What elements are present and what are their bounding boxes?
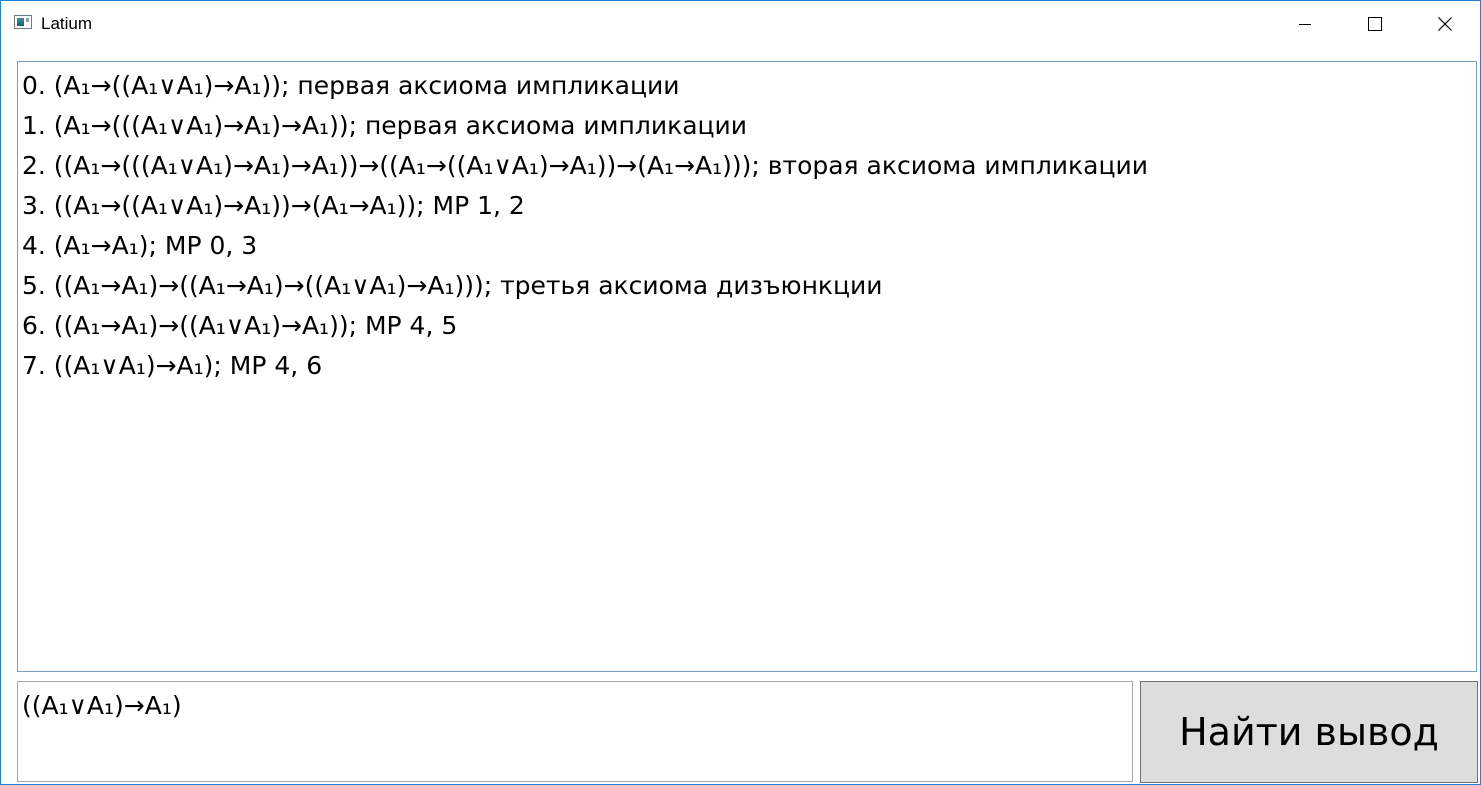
maximize-button[interactable]: [1340, 1, 1410, 46]
app-window: Latium 0. (A₁→((A₁∨A₁)→A₁)); первая акси…: [0, 0, 1481, 785]
proof-line: 2. ((A₁→(((A₁∨A₁)→A₁)→A₁))→((A₁→((A₁∨A₁)…: [22, 151, 1148, 180]
proof-line: 4. (A₁→A₁); MP 0, 3: [22, 231, 258, 260]
proof-lines: 0. (A₁→((A₁∨A₁)→A₁)); первая аксиома имп…: [22, 66, 1472, 386]
title-bar[interactable]: Latium: [1, 1, 1480, 46]
maximize-icon: [1368, 16, 1382, 31]
proof-line: 0. (A₁→((A₁∨A₁)→A₁)); первая аксиома имп…: [22, 71, 680, 100]
proof-line: 1. (A₁→(((A₁∨A₁)→A₁)→A₁)); первая аксиом…: [22, 111, 748, 140]
proof-line: 5. ((A₁→A₁)→((A₁→A₁)→((A₁∨A₁)→A₁))); тре…: [22, 271, 883, 300]
proof-line: 6. ((A₁→A₁)→((A₁∨A₁)→A₁)); MP 4, 5: [22, 311, 458, 340]
window-title: Latium: [41, 14, 93, 33]
app-icon: [14, 15, 32, 29]
minimize-button[interactable]: [1270, 1, 1340, 46]
find-derivation-button[interactable]: Найти вывод: [1140, 681, 1478, 783]
proof-line: 7. ((A₁∨A₁)→A₁); MP 4, 6: [22, 351, 323, 380]
close-button[interactable]: [1410, 1, 1480, 46]
proof-output-textbox[interactable]: 0. (A₁→((A₁∨A₁)→A₁)); первая аксиома имп…: [17, 61, 1477, 672]
close-icon: [1438, 16, 1452, 31]
proof-line: 3. ((A₁→((A₁∨A₁)→A₁))→(A₁→A₁)); MP 1, 2: [22, 191, 525, 220]
minimize-icon: [1299, 23, 1311, 25]
formula-input[interactable]: ((A₁∨A₁)→A₁): [17, 681, 1133, 782]
